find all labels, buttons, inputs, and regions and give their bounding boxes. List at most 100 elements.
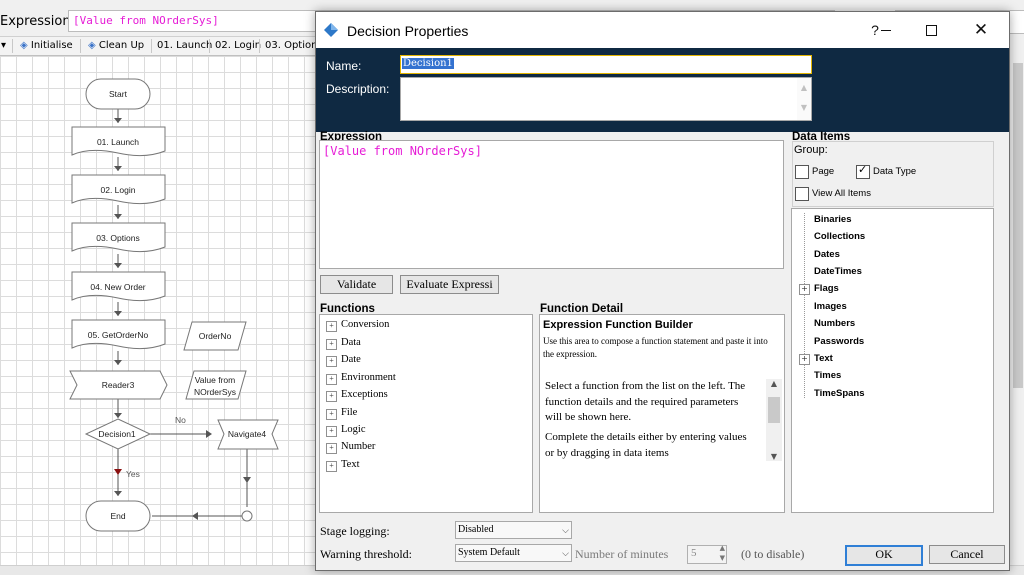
expression-editor-text: [Value from NOrderSys] [323,144,482,158]
name-label: Name: [326,59,362,73]
data-items-tree[interactable]: Binaries Collections Dates DateTimes + F… [791,208,994,513]
expand-icon[interactable]: + [326,426,337,437]
scroll-up-icon[interactable]: ▲ [766,379,782,388]
flow-launch-label: 01. Launch [97,137,139,147]
data-item-dates[interactable]: Dates [814,246,840,263]
function-item-exceptions[interactable]: + Exceptions [326,386,388,403]
data-item-timespans[interactable]: TimeSpans [814,385,865,402]
scrollbar-thumb[interactable] [1013,63,1023,388]
dialog-title: Decision Properties [347,23,469,39]
scroll-up-icon: ▲ [800,83,808,92]
close-icon: ✕ [973,20,989,39]
stage-logging-label: Stage logging: [320,524,390,538]
tree-guide-lines [804,213,805,398]
spin-up-icon[interactable]: ▲ [720,544,725,552]
flow-start-label: Start [109,89,128,99]
decision-icon [324,23,338,37]
function-item-environment[interactable]: + Environment [326,369,396,386]
function-label: File [341,407,358,418]
name-input[interactable]: Decision1 [400,55,812,74]
ok-button[interactable]: OK [845,545,923,566]
name-value: Decision1 [402,58,454,69]
expression-value: [Value from NOrderSys] [73,14,219,27]
close-button[interactable]: ✕ [966,18,996,42]
dialog-header: Name: Decision1 Description: ▲ ▼ [316,48,1009,132]
expand-icon[interactable]: + [326,409,337,420]
toolbar-dropdown-arrow[interactable]: ▾ [1,39,6,53]
data-item-passwords[interactable]: Passwords [814,333,864,350]
spin-down-icon[interactable]: ▼ [720,554,725,562]
function-detail-paragraph-2: Complete the details either by entering … [545,431,747,459]
function-label: Environment [341,372,396,383]
description-input[interactable]: ▲ ▼ [400,77,812,121]
scroll-down-icon[interactable]: ▼ [766,452,782,461]
flow-decision-label: Decision1 [98,429,136,439]
data-item-times[interactable]: Times [814,367,841,384]
page-checkbox[interactable] [795,165,809,179]
function-detail-scrollbar[interactable]: ▲ ▼ [766,379,782,461]
function-item-data[interactable]: + Data [326,334,361,351]
expand-icon[interactable]: + [799,284,810,295]
function-label: Logic [341,424,366,435]
flow-value-label-2: NOrderSys [194,387,236,397]
cancel-button[interactable]: Cancel [929,545,1005,564]
function-item-conversion[interactable]: + Conversion [326,316,389,333]
function-item-logic[interactable]: + Logic [326,421,366,438]
toolbar-item-launch[interactable]: 01. Launch [157,39,212,53]
process-canvas[interactable]: Start 01. Launch 02. Login 03. Options 0… [0,55,316,566]
data-item-text[interactable]: Text [814,350,833,367]
data-item-datetimes[interactable]: DateTimes [814,263,862,280]
function-label: Date [341,354,361,365]
data-item-collections[interactable]: Collections [814,228,865,245]
function-label: Data [341,337,361,348]
data-type-checkbox[interactable]: ✓ [856,163,870,179]
flow-getorderno-label: 05. GetOrderNo [88,330,149,340]
stage-toolbar: ▾ ◈ Initialise ◈ Clean Up 01. Launch 02.… [0,36,330,56]
validate-button[interactable]: Validate [320,275,393,294]
function-detail-paragraph-1: Select a function from the list on the l… [545,380,746,423]
toolbar-item-label: Initialise [30,40,73,51]
scrollbar-thumb[interactable] [768,397,780,423]
warning-threshold-value: System Default [458,547,520,558]
evaluate-expression-button[interactable]: Evaluate Expressi [400,275,499,294]
data-item-numbers[interactable]: Numbers [814,315,855,332]
expand-icon[interactable]: + [326,461,337,472]
expand-icon[interactable]: + [326,443,337,454]
expand-icon[interactable]: + [326,339,337,350]
minimize-button[interactable] [879,18,893,42]
function-item-file[interactable]: + File [326,404,357,421]
expand-icon[interactable]: + [326,391,337,402]
canvas-scrollbar[interactable] [1012,55,1024,565]
expand-icon[interactable]: + [326,374,337,385]
flow-login-label: 02. Login [101,185,136,195]
expand-icon[interactable]: + [326,321,337,332]
data-item-flags[interactable]: Flags [814,280,839,297]
expand-icon[interactable]: + [326,356,337,367]
function-item-date[interactable]: + Date [326,351,361,368]
maximize-button[interactable] [916,18,946,42]
function-detail-intro: Use this area to compose a function stat… [543,336,768,359]
page-checkbox-label: Page [812,166,835,177]
view-all-items-checkbox[interactable] [795,187,809,201]
data-item-images[interactable]: Images [814,298,847,315]
stage-logging-select[interactable]: Disabled ⌵ [455,521,572,539]
data-item-binaries[interactable]: Binaries [814,211,852,228]
functions-tree[interactable]: + Conversion + Data + Date + Environment + Ex… [319,314,533,513]
function-item-number[interactable]: + Number [326,438,375,455]
warning-threshold-select[interactable]: System Default ⌵ [455,544,572,562]
flow-options-label: 03. Options [96,233,139,243]
dialog-titlebar[interactable]: Decision Properties ? ✕ [316,12,1009,48]
description-scrollbar[interactable]: ▲ ▼ [797,78,811,120]
stage-icon: ◈ [20,40,28,51]
number-of-minutes-label: Number of minutes [575,547,669,561]
process-flow: Start 01. Launch 02. Login 03. Options 0… [69,78,279,532]
toolbar-item-initialise[interactable]: ◈ Initialise [20,39,73,53]
expand-icon[interactable]: + [799,354,810,365]
flow-end-label: End [110,511,125,521]
minutes-spinner[interactable]: 5 ▲ ▼ [687,544,727,564]
function-item-text[interactable]: + Text [326,456,360,473]
toolbar-item-login[interactable]: 02. Login [215,39,261,53]
flow-reader-label: Reader3 [102,380,135,390]
toolbar-item-cleanup[interactable]: ◈ Clean Up [88,39,144,53]
expression-editor[interactable]: [Value from NOrderSys] [319,140,784,269]
